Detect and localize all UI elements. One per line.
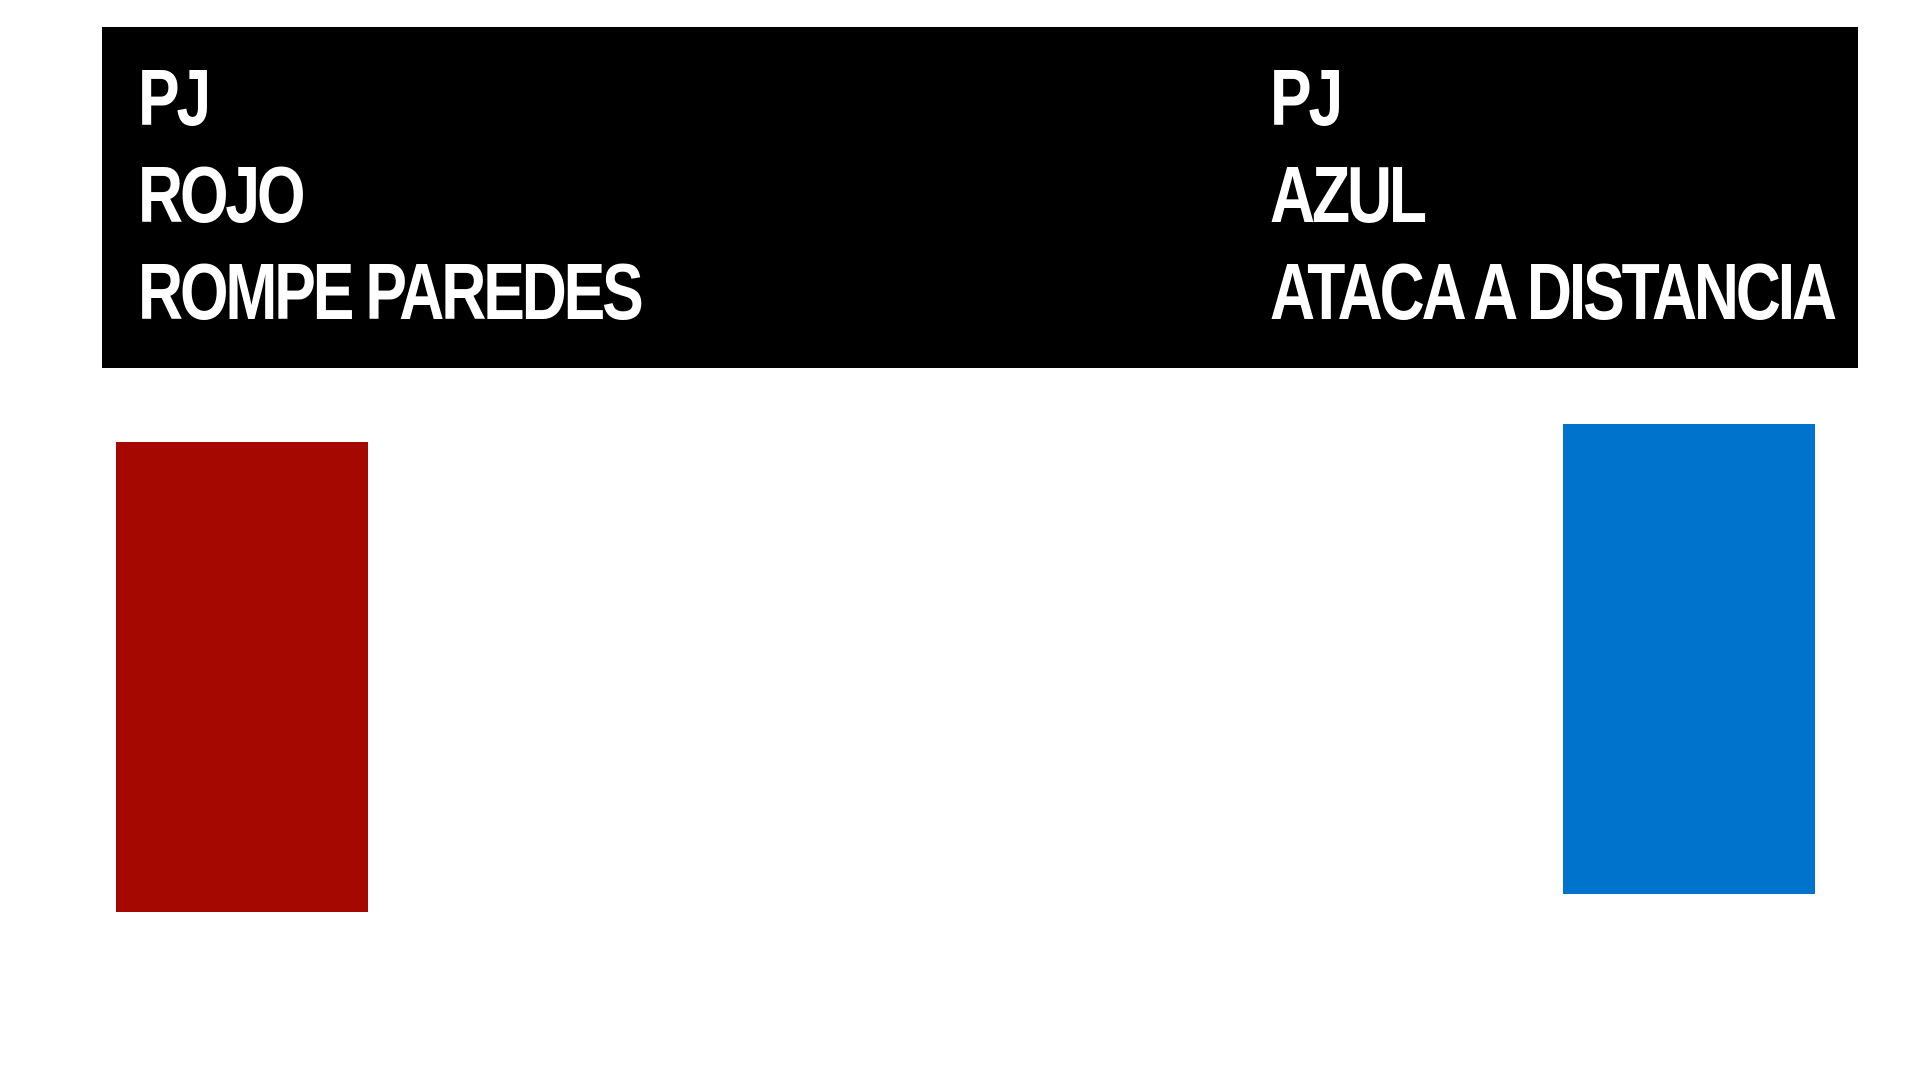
blue-character-sprite[interactable]	[1563, 424, 1815, 894]
red-character-color-name: ROJO	[138, 150, 305, 239]
blue-character-ability: ATACA A DISTANCIA	[1270, 247, 1837, 336]
blue-character-info: PJ AZUL ATACA A DISTANCIA	[1270, 49, 1837, 340]
game-scene: PJ ROJO ROMPE PAREDES PJ AZUL ATACA A DI…	[0, 0, 1920, 1080]
character-info-banner: PJ ROJO ROMPE PAREDES PJ AZUL ATACA A DI…	[102, 27, 1858, 368]
red-character-type: PJ	[138, 53, 211, 142]
blue-character-color-name: AZUL	[1270, 150, 1427, 239]
blue-character-type: PJ	[1270, 53, 1343, 142]
red-character-sprite[interactable]	[116, 442, 368, 912]
red-character-info: PJ ROJO ROMPE PAREDES	[138, 49, 644, 340]
red-character-ability: ROMPE PAREDES	[138, 247, 644, 336]
